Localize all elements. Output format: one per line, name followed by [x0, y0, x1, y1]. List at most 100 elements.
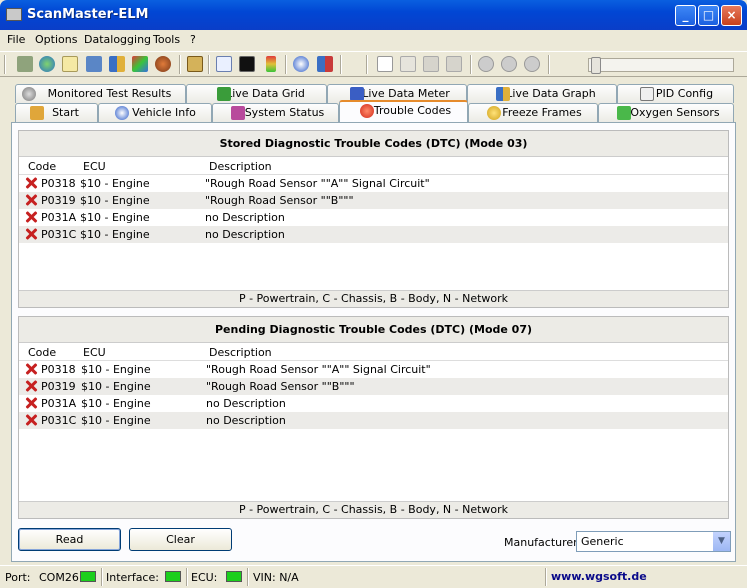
dtc-code: P0318 [41, 177, 76, 190]
port-status-led [80, 571, 96, 582]
minimize-button[interactable]: _ [675, 5, 696, 26]
dtc-code: P0319 [41, 380, 76, 393]
pending-dtc-legend: P - Powertrain, C - Chassis, B - Body, N… [19, 501, 728, 518]
column-description[interactable]: Description [209, 160, 272, 173]
tab-trouble-codes[interactable]: Trouble Codes [339, 100, 468, 122]
menu-options[interactable]: Options [35, 33, 77, 46]
manufacturer-select[interactable]: Generic ▼ [576, 531, 731, 552]
stored-dtc-panel: Stored Diagnostic Trouble Codes (DTC) (M… [18, 130, 729, 308]
dtc-code: P031C [41, 414, 77, 427]
new-file-icon[interactable] [377, 56, 393, 72]
toolbar-grip [4, 55, 6, 74]
slider-thumb[interactable] [591, 57, 601, 74]
dtc-ecu: $10 - Engine [80, 194, 150, 207]
clear-button[interactable]: Clear [129, 528, 232, 551]
connect-icon[interactable] [17, 56, 33, 72]
pause-icon[interactable] [501, 56, 517, 72]
table-row[interactable]: P031A $10 - Engine no Description [19, 209, 728, 226]
dtc-code: P0319 [41, 194, 76, 207]
title-bar[interactable]: ScanMaster-ELM _ □ × [0, 0, 747, 30]
test-icon [22, 87, 36, 101]
tab-system-status[interactable]: System Status [212, 103, 339, 122]
table-row[interactable]: P031C $10 - Engine no Description [19, 412, 728, 429]
website-link[interactable]: www.wgsoft.de [551, 570, 647, 583]
graph-icon [496, 87, 510, 101]
column-description[interactable]: Description [209, 346, 272, 359]
oxygen-icon [617, 106, 631, 120]
manufacturer-value: Generic [581, 535, 624, 548]
dtc-description: "Rough Road Sensor ""B""" [206, 380, 355, 393]
error-x-icon [25, 413, 38, 426]
chat-icon[interactable] [216, 56, 232, 72]
play-icon[interactable] [478, 56, 494, 72]
playback-slider[interactable] [588, 57, 734, 74]
table-row[interactable]: P0319 $10 - Engine "Rough Road Sensor ""… [19, 192, 728, 209]
tab-start[interactable]: Start [15, 103, 98, 122]
menu-datalogging[interactable]: Datalogging [84, 33, 151, 46]
dtc-ecu: $10 - Engine [81, 397, 151, 410]
port-label: Port: [5, 571, 31, 584]
dtc-description: no Description [206, 414, 286, 427]
dtc-code: P031A [41, 397, 77, 410]
freeze-icon [487, 106, 501, 120]
table-row[interactable]: P031A $10 - Engine no Description [19, 395, 728, 412]
port-value: COM26 [39, 571, 79, 584]
terminal-icon[interactable] [239, 56, 255, 72]
dtc-description: no Description [205, 211, 285, 224]
stored-dtc-legend: P - Powertrain, C - Chassis, B - Body, N… [19, 290, 728, 307]
maximize-button[interactable]: □ [698, 5, 719, 26]
column-ecu[interactable]: ECU [83, 346, 106, 359]
document-icon[interactable] [62, 56, 78, 72]
menu-file[interactable]: File [7, 33, 25, 46]
close-button[interactable]: × [721, 5, 742, 26]
table-row[interactable]: P0319 $10 - Engine "Rough Road Sensor ""… [19, 378, 728, 395]
error-x-icon [25, 362, 38, 375]
tab-vehicle-info[interactable]: Vehicle Info [98, 103, 212, 122]
info-icon[interactable] [293, 56, 309, 72]
pending-dtc-title: Pending Diagnostic Trouble Codes (DTC) (… [19, 317, 728, 343]
ecu-label: ECU: [191, 571, 218, 584]
table-row[interactable]: P031C $10 - Engine no Description [19, 226, 728, 243]
clipboard-icon[interactable] [187, 56, 203, 72]
color-icon[interactable] [132, 56, 148, 72]
dtc-description: "Rough Road Sensor ""B""" [205, 194, 354, 207]
chart-icon[interactable] [109, 56, 125, 72]
globe-icon[interactable] [39, 56, 55, 72]
open-icon[interactable] [400, 56, 416, 72]
error-icon [360, 104, 374, 118]
pending-dtc-panel: Pending Diagnostic Trouble Codes (DTC) (… [18, 316, 729, 519]
status-separator [186, 568, 188, 586]
read-button[interactable]: Read [18, 528, 121, 551]
tab-live-data-graph[interactable]: Live Data Graph [467, 84, 617, 103]
tab-pid-config[interactable]: PID Config [617, 84, 734, 103]
dtc-ecu: $10 - Engine [81, 414, 151, 427]
traffic-light-icon[interactable] [266, 56, 276, 72]
menu-help[interactable]: ? [190, 33, 196, 46]
dtc-code: P0318 [41, 363, 76, 376]
chevron-down-icon[interactable]: ▼ [713, 532, 730, 551]
status-icon [231, 106, 245, 120]
column-ecu[interactable]: ECU [83, 160, 106, 173]
column-code[interactable]: Code [28, 160, 56, 173]
exit-icon[interactable] [317, 56, 333, 72]
pending-dtc-columns: Code ECU Description [19, 343, 728, 361]
status-separator [545, 568, 547, 586]
tab-oxygen-sensors[interactable]: Oxygen Sensors [598, 103, 734, 122]
window-title: ScanMaster-ELM [27, 7, 149, 22]
stop-icon[interactable] [524, 56, 540, 72]
tab-freeze-frames[interactable]: Freeze Frames [468, 103, 598, 122]
toolbar [0, 51, 747, 77]
print-icon[interactable] [446, 56, 462, 72]
person-icon[interactable] [155, 56, 171, 72]
tab-monitored-test-results[interactable]: Monitored Test Results [15, 84, 186, 103]
table-row[interactable]: P0318 $10 - Engine "Rough Road Sensor ""… [19, 361, 728, 378]
table-row[interactable]: P0318 $10 - Engine "Rough Road Sensor ""… [19, 175, 728, 192]
grid-icon[interactable] [86, 56, 102, 72]
tab-live-data-grid[interactable]: Live Data Grid [186, 84, 327, 103]
toolbar-separator [548, 55, 550, 74]
menu-tools[interactable]: Tools [153, 33, 180, 46]
error-x-icon [25, 176, 38, 189]
column-code[interactable]: Code [28, 346, 56, 359]
save-icon[interactable] [423, 56, 439, 72]
toolbar-separator [208, 55, 210, 74]
